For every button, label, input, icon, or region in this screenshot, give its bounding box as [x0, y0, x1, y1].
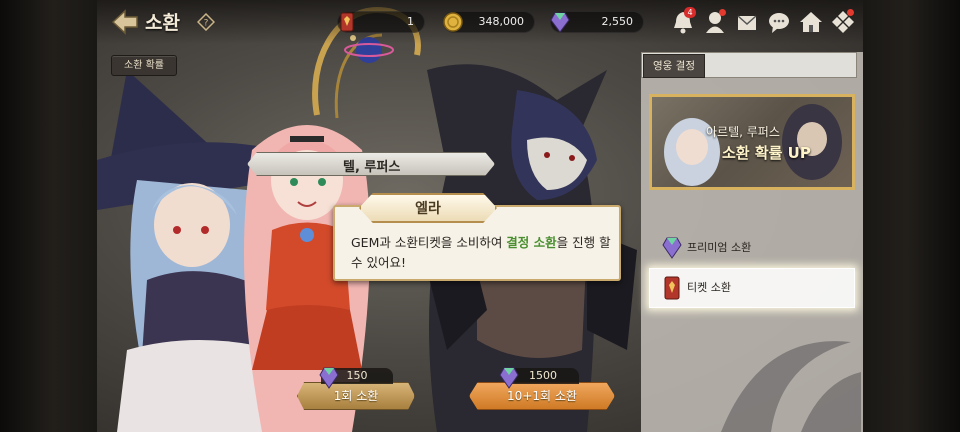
- gem-icon: [319, 367, 339, 389]
- ticket-icon: [664, 276, 680, 300]
- gold-coin-icon: [443, 12, 463, 32]
- screen-title: 소환: [145, 12, 180, 34]
- pickup-banner[interactable]: 아르텔, 루퍼스 소환 확률 UP: [649, 94, 855, 190]
- dialog-highlight: 결정 소환: [506, 235, 557, 250]
- left-letterbox: [0, 0, 97, 432]
- premium-summon-label: 프리미엄 소환: [687, 241, 752, 254]
- gem-counter: 2,550: [550, 11, 644, 33]
- gem-icon: [499, 367, 519, 389]
- panel-tab-bar: 영웅 결정: [641, 52, 857, 78]
- notification-bell-icon[interactable]: 4: [669, 7, 697, 36]
- help-diamond-icon[interactable]: ?: [197, 13, 215, 31]
- notification-count-badge: 4: [684, 7, 696, 18]
- summon-type-panel: 영웅 결정 아르텔, 루퍼스 소환 확률 UP 프리미엄 소환 티켓 소환: [641, 52, 863, 432]
- banner-rate-up: 소환 확률 UP: [722, 144, 811, 162]
- featured-hero-bar: 텔, 루퍼스: [247, 152, 495, 176]
- summon-1x-button[interactable]: 1회 소환 150: [297, 367, 415, 410]
- chat-icon[interactable]: [765, 8, 793, 36]
- gem-amount: 2,550: [601, 15, 634, 28]
- summon-screen: 소환 ? 1 348,000 2,550 4 소환 확률 텔, 루퍼스 GEM과…: [97, 0, 863, 432]
- banner-hero-names: 아르텔, 루퍼스: [706, 125, 780, 139]
- svg-text:?: ?: [204, 19, 209, 29]
- hero-alert-dot: [719, 9, 726, 16]
- mail-icon[interactable]: [733, 8, 761, 36]
- top-bar: 소환 ? 1 348,000 2,550 4: [97, 0, 863, 44]
- dialog-text-part1: GEM과 소환티켓을 소비하여: [351, 235, 507, 250]
- summon-11x-button[interactable]: 10+1회 소환 1500: [469, 367, 615, 410]
- menu-grid-icon[interactable]: [829, 8, 857, 36]
- hero-icon[interactable]: [701, 8, 729, 36]
- panel-decor-art: [721, 341, 861, 432]
- gold-counter: 348,000: [443, 11, 535, 33]
- summon-11x-label: 10+1회 소환: [469, 382, 615, 410]
- ticket-counter: 1: [337, 11, 425, 33]
- ticket-summon-item[interactable]: 티켓 소환: [649, 268, 855, 308]
- speaker-name: 엘라: [415, 201, 441, 217]
- gem-icon: [550, 12, 570, 33]
- featured-hero-names: 텔, 루퍼스: [343, 160, 401, 175]
- premium-summon-item[interactable]: 프리미엄 소환: [649, 228, 855, 268]
- ticket-count: 1: [407, 15, 414, 28]
- ticket-summon-label: 티켓 소환: [687, 281, 731, 294]
- home-icon[interactable]: [797, 8, 825, 36]
- gold-amount: 348,000: [478, 15, 525, 28]
- dialog-text: GEM과 소환티켓을 소비하여 결정 소환을 진행 할 수 있어요!: [351, 233, 611, 273]
- tab-hero-crystal[interactable]: 영웅 결정: [643, 54, 705, 78]
- menu-alert-dot: [847, 9, 854, 16]
- right-letterbox: [863, 0, 960, 432]
- back-arrow-icon[interactable]: [111, 9, 139, 35]
- summon-rate-button[interactable]: 소환 확률: [111, 55, 177, 76]
- summon-1x-label: 1회 소환: [297, 382, 415, 410]
- gem-icon: [662, 237, 682, 259]
- ticket-icon: [340, 12, 354, 32]
